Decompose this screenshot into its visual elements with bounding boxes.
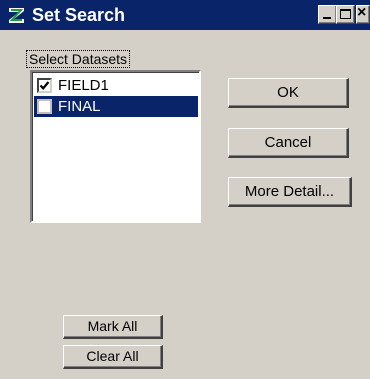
- select-datasets-label: Select Datasets: [26, 50, 131, 68]
- set-search-app-icon: [9, 8, 24, 23]
- title-bar[interactable]: Set Search ×: [0, 0, 370, 30]
- final-checkbox[interactable]: [37, 99, 52, 114]
- field1-checkbox[interactable]: [37, 78, 52, 93]
- ok-button[interactable]: OK: [228, 78, 349, 108]
- list-item-field1[interactable]: FIELD1: [34, 75, 198, 96]
- minimize-icon: [323, 17, 331, 19]
- list-item-final[interactable]: FINAL: [34, 96, 198, 117]
- maximize-icon: [340, 9, 351, 19]
- close-button[interactable]: ×: [356, 4, 370, 24]
- cancel-button[interactable]: Cancel: [228, 128, 349, 158]
- minimize-button[interactable]: [318, 5, 337, 24]
- clear-all-button[interactable]: Clear All: [63, 345, 163, 369]
- set-search-dialog: Set Search × Select Datasets FIELD1 FINA…: [0, 0, 370, 379]
- datasets-listbox[interactable]: FIELD1 FINAL: [30, 70, 201, 223]
- mark-all-button[interactable]: Mark All: [63, 315, 163, 339]
- close-icon: ×: [357, 4, 367, 21]
- list-item-label: FINAL: [58, 98, 101, 115]
- checkmark-icon: [39, 81, 50, 90]
- maximize-button[interactable]: [336, 5, 355, 24]
- window-title: Set Search: [32, 5, 126, 25]
- list-item-label: FIELD1: [58, 77, 109, 94]
- more-detail-button[interactable]: More Detail...: [228, 177, 352, 207]
